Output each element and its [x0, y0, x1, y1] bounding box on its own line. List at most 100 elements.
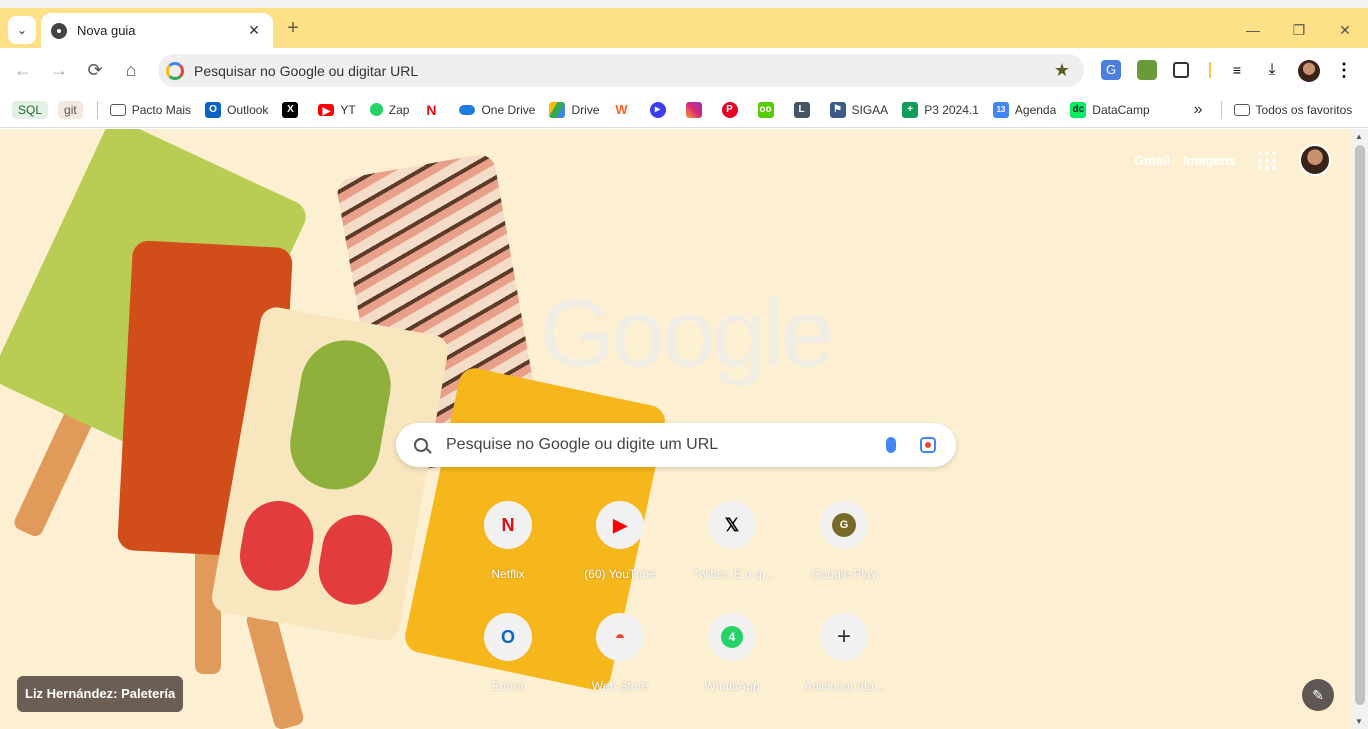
tab-new-tab[interactable]: Nova guia ✕	[41, 13, 273, 48]
bookmark-agenda[interactable]: 13 Agenda	[992, 101, 1056, 118]
instagram-icon	[685, 101, 702, 118]
tab-close-button[interactable]: ✕	[245, 22, 263, 39]
bookmark-letterboxd[interactable]: L	[793, 101, 816, 118]
bookmark-sql[interactable]: SQL	[12, 100, 49, 119]
new-tab-page: Gmail Imagens Google Pesquise no Google …	[0, 129, 1368, 729]
bookmark-sigaa[interactable]: ⚑ SIGAA	[829, 101, 888, 118]
bookmark-duolingo[interactable]: oo	[757, 101, 780, 118]
netflix-icon: N	[426, 101, 437, 118]
wattpad-icon: W	[615, 101, 628, 117]
scroll-up-icon[interactable]: ▲	[1355, 132, 1363, 141]
scrollbar-thumb[interactable]	[1355, 145, 1365, 705]
back-button[interactable]: ←	[9, 56, 37, 84]
x-icon: 𝕏	[708, 501, 756, 549]
search-input[interactable]: Pesquise no Google ou digite um URL	[446, 436, 886, 454]
video-icon: ▸	[649, 101, 666, 118]
shortcut-web-store[interactable]: ◓ Web Store	[564, 613, 676, 713]
strawberry-slice	[234, 495, 319, 597]
chevron-down-icon: ⌄	[16, 23, 28, 37]
shortcut-google-play[interactable]: G Google Play	[788, 501, 900, 601]
forward-button[interactable]: →	[45, 56, 73, 84]
web-store-icon: ◓	[596, 613, 644, 661]
google-icon	[166, 61, 184, 80]
minimize-button[interactable]: —	[1230, 16, 1276, 44]
sheets-icon: +	[902, 101, 919, 118]
folder-icon	[109, 103, 126, 116]
bookmark-yt[interactable]: ▶ YT	[318, 103, 356, 117]
translate-icon[interactable]: G	[1101, 60, 1121, 80]
whatsapp-icon: 4	[708, 613, 756, 661]
shortcut-add[interactable]: + Adicionar ata...	[788, 613, 900, 713]
bookmark-x[interactable]: X	[282, 101, 304, 118]
search-box[interactable]: Pesquise no Google ou digite um URL	[396, 423, 956, 467]
account-avatar[interactable]	[1299, 144, 1331, 176]
tab-search-button[interactable]: ⌄	[8, 16, 36, 44]
google-apps-icon[interactable]	[1258, 151, 1278, 171]
bookmarks-bar: SQL git Pacto Mais O Outlook X ▶ YT Zap N …	[0, 92, 1368, 128]
shortcut-netflix[interactable]: N Netflix	[452, 501, 564, 601]
bookmark-git[interactable]: git	[58, 100, 83, 119]
pinterest-icon: P	[721, 101, 738, 118]
outlook-icon: O	[205, 101, 222, 118]
extension-icon[interactable]	[1137, 60, 1157, 80]
background-attribution[interactable]: Liz Hernández: Paletería	[17, 676, 184, 712]
chrome-icon	[51, 22, 67, 39]
microphone-icon[interactable]	[886, 437, 896, 453]
kiwi-slice	[283, 333, 398, 497]
scroll-down-icon[interactable]: ▼	[1355, 717, 1363, 726]
whatsapp-icon	[369, 103, 383, 116]
bookmark-video[interactable]: ▸	[649, 101, 672, 118]
bookmark-instagram[interactable]	[685, 101, 708, 118]
toolbar: ← → ⟳ ⌂ Pesquisar no Google ou digitar U…	[0, 48, 1368, 92]
google-lens-icon[interactable]	[920, 437, 936, 453]
x-icon: X	[282, 101, 299, 118]
toolbar-divider	[1209, 62, 1211, 78]
bookmark-pinterest[interactable]: P	[721, 101, 744, 118]
datacamp-icon: dc	[1070, 101, 1087, 118]
shortcut-entrar[interactable]: O Entrar	[452, 613, 564, 713]
onedrive-icon	[459, 104, 476, 115]
letterboxd-icon: L	[793, 101, 810, 118]
restore-button[interactable]: ❐	[1276, 16, 1322, 44]
bookmark-netflix[interactable]: N	[423, 102, 445, 118]
bookmark-datacamp[interactable]: dc DataCamp	[1070, 101, 1150, 118]
google-play-icon: G	[820, 501, 868, 549]
tab-title: Nova guia	[77, 23, 136, 38]
address-bar[interactable]: Pesquisar no Google ou digitar URL ★	[158, 54, 1084, 87]
shortcut-whatsapp[interactable]: 4 WhatsApp	[676, 613, 788, 713]
download-icon[interactable]: ⤓	[1262, 60, 1282, 80]
youtube-icon: ▶	[596, 501, 644, 549]
media-control-icon[interactable]: ≡	[1227, 60, 1247, 80]
extensions-puzzle-icon[interactable]	[1173, 62, 1189, 78]
gmail-link[interactable]: Gmail	[1134, 153, 1170, 168]
outlook-icon: O	[484, 613, 532, 661]
customize-pencil-icon[interactable]: ✎	[1302, 679, 1334, 711]
bookmark-zap[interactable]: Zap	[369, 103, 409, 117]
images-link[interactable]: Imagens	[1183, 153, 1236, 168]
sigaa-icon: ⚑	[829, 101, 846, 118]
drive-icon	[549, 101, 566, 118]
shortcut-youtube[interactable]: ▶ (60) YouTube	[564, 501, 676, 601]
bookmarks-overflow-button[interactable]: »	[1194, 101, 1203, 119]
close-window-button[interactable]: ✕	[1322, 16, 1368, 44]
calendar-icon: 13	[992, 101, 1009, 118]
bookmark-folder-pacto-mais[interactable]: Pacto Mais	[109, 103, 191, 117]
bookmark-outlook[interactable]: O Outlook	[205, 101, 268, 118]
shortcut-twitter[interactable]: 𝕏 Twitter. É o q...	[676, 501, 788, 601]
menu-button[interactable]: ⋮	[1334, 60, 1354, 80]
scrollbar[interactable]: ▲ ▼	[1352, 129, 1368, 729]
bookmark-star-icon[interactable]: ★	[1054, 60, 1070, 81]
reload-button[interactable]: ⟳	[81, 56, 109, 84]
profile-avatar[interactable]	[1298, 60, 1320, 82]
bookmark-p3[interactable]: + P3 2024.1	[902, 101, 979, 118]
folder-icon	[1233, 103, 1250, 116]
new-tab-button[interactable]: +	[282, 18, 304, 40]
strawberry-slice	[313, 509, 398, 611]
bookmark-all-favorites[interactable]: Todos os favoritos	[1233, 103, 1352, 117]
bookmark-drive[interactable]: Drive	[549, 101, 600, 118]
bookmark-wattpad[interactable]: W	[614, 102, 636, 118]
home-button[interactable]: ⌂	[117, 56, 145, 84]
bookmark-one-drive[interactable]: One Drive	[459, 103, 535, 117]
bookmarks-divider	[1220, 100, 1222, 119]
duolingo-icon: oo	[757, 101, 774, 118]
